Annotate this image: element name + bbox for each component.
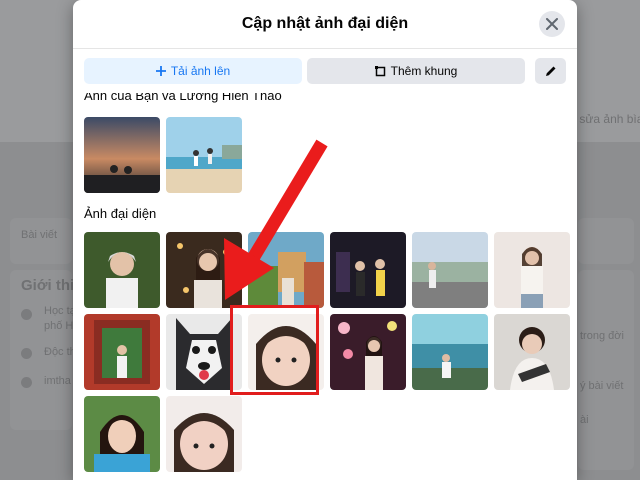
annotation-arrow [224,139,328,300]
